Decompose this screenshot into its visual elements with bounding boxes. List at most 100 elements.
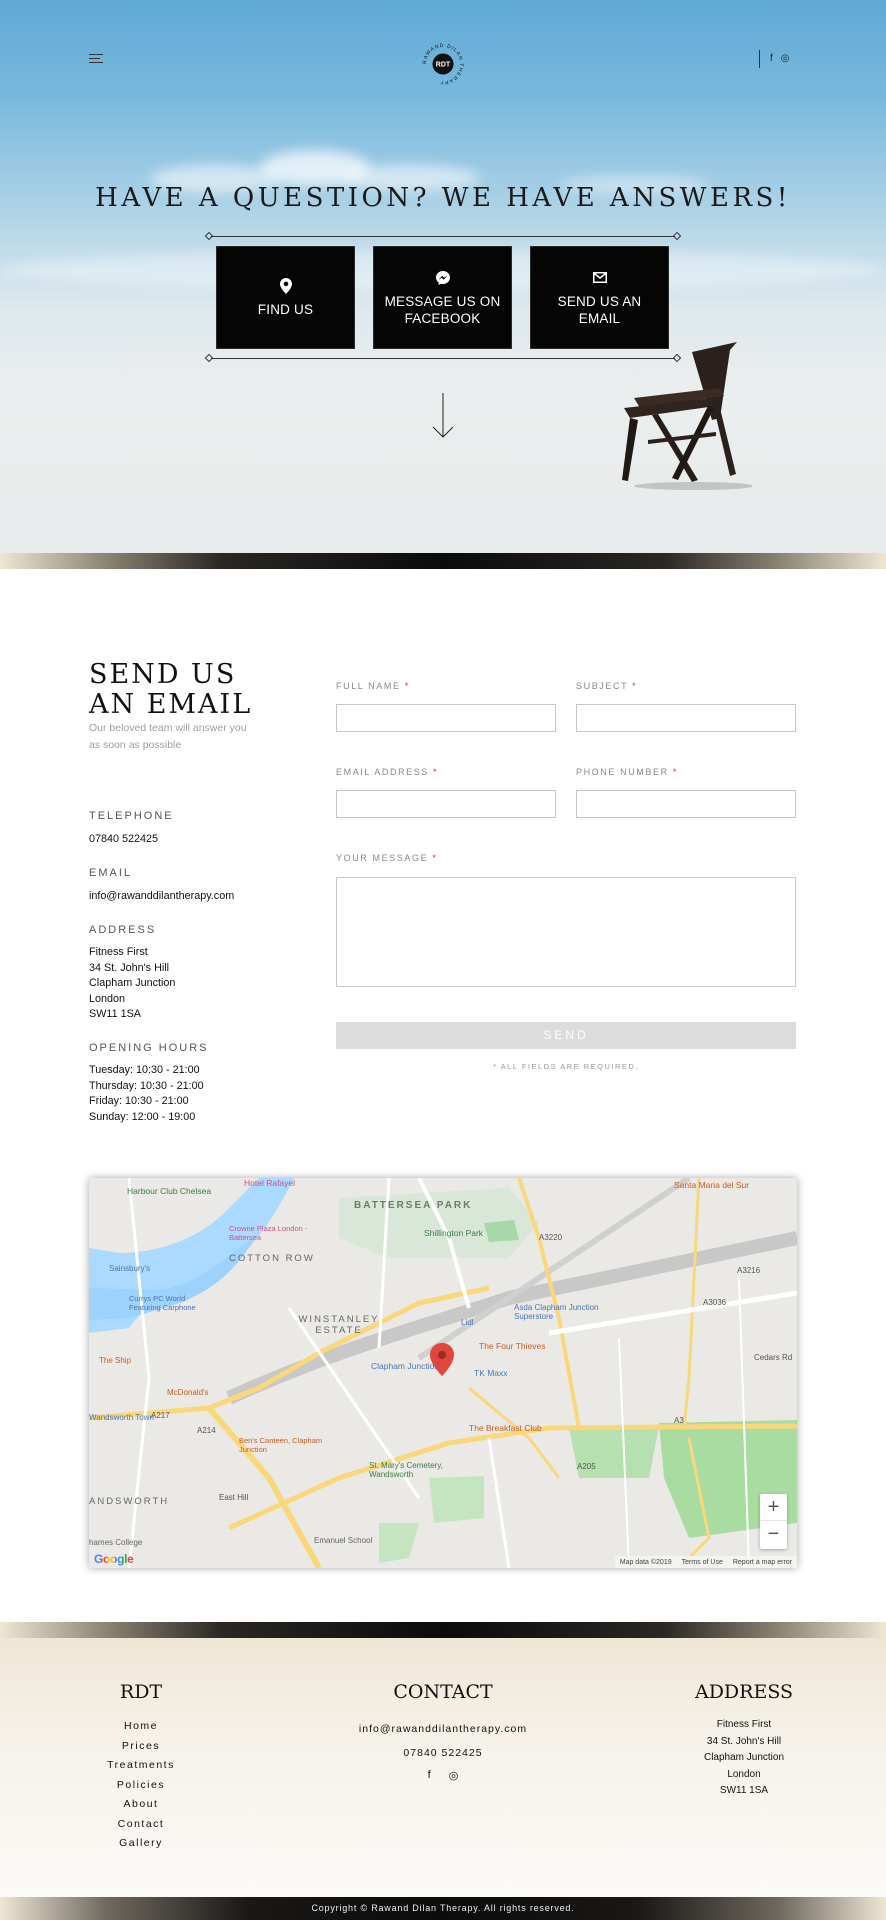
full-name-label-text: FULL NAME <box>336 681 401 691</box>
required-fields-note: * ALL FIELDS ARE REQUIRED. <box>493 1062 639 1071</box>
email-address-input[interactable] <box>336 790 556 818</box>
map-label: A3 <box>674 1416 684 1425</box>
map-label: The Four Thieves <box>479 1341 546 1351</box>
footer-link-prices[interactable]: Prices <box>91 1737 191 1757</box>
facebook-icon[interactable]: f <box>770 53 773 65</box>
social-links-top: f ◎ <box>759 50 790 68</box>
map-attribution: Map data ©2019 Terms of Use Report a map… <box>614 1556 797 1568</box>
send-button[interactable]: SEND <box>336 1022 796 1049</box>
full-name-input[interactable] <box>336 704 556 732</box>
map-label: COTTON ROW <box>229 1253 315 1264</box>
map-label: A214 <box>197 1426 216 1435</box>
find-us-button[interactable]: FIND US <box>216 246 355 349</box>
address-heading: ADDRESS <box>89 924 157 936</box>
map-label: A3220 <box>539 1233 563 1242</box>
send-email-button[interactable]: SEND US AN EMAIL <box>530 246 669 349</box>
footer-link-gallery[interactable]: Gallery <box>91 1834 191 1854</box>
google-logo[interactable]: Google <box>94 1552 134 1566</box>
hours-line: Tuesday: 10:30 - 21:00 <box>89 1064 200 1076</box>
zoom-out-button[interactable]: − <box>760 1521 787 1548</box>
rdt-logo[interactable]: RAWAND DILAN THERAPY RDT <box>419 40 467 88</box>
email-value[interactable]: info@rawanddilantherapy.com <box>89 889 234 905</box>
copyright-bar: Copyright © Rawand Dilan Therapy. All ri… <box>0 1897 886 1920</box>
footer-link-home[interactable]: Home <box>91 1717 191 1737</box>
section-title: SEND US AN EMAIL <box>89 660 289 720</box>
message-facebook-label: MESSAGE US ON FACEBOOK <box>384 293 501 326</box>
google-map[interactable]: Harbour Club Chelsea Hotel Rafayel BATTE… <box>89 1178 797 1568</box>
subject-input[interactable] <box>576 704 796 732</box>
telephone-heading: TELEPHONE <box>89 810 174 822</box>
message-textarea[interactable] <box>336 877 796 987</box>
footer-phone[interactable]: 07840 522425 <box>323 1741 563 1765</box>
divider <box>211 358 675 359</box>
required-mark: * <box>632 681 638 691</box>
map-label: The Breakfast Club <box>469 1423 542 1433</box>
required-mark: * <box>672 767 678 777</box>
hours-line: Sunday: 12:00 - 19:00 <box>89 1110 196 1123</box>
footer-address-line: 34 St. John's Hill <box>706 1735 782 1747</box>
footer-brand-title: RDT <box>119 1681 163 1703</box>
address-line: Clapham Junction <box>89 977 176 989</box>
find-us-label: FIND US <box>257 302 314 317</box>
map-label: Asda Clapham Junction Superstore <box>514 1303 599 1321</box>
footer-address-line: Fitness First <box>716 1719 772 1730</box>
map-label: WINSTANLEY ESTATE <box>298 1314 380 1336</box>
subject-label-text: SUBJECT <box>576 681 629 691</box>
map-label: A205 <box>577 1462 596 1471</box>
address-line: 34 St. John's Hill <box>89 961 170 974</box>
decorative-band <box>0 1622 886 1638</box>
google-logo-text: Google <box>94 1552 134 1566</box>
message-facebook-button[interactable]: MESSAGE US ON FACEBOOK <box>373 246 512 349</box>
map-label: The Ship <box>99 1356 132 1365</box>
map-label: BATTERSEA PARK <box>354 1200 473 1211</box>
telephone-value[interactable]: 07840 522425 <box>89 832 158 848</box>
footer-link-about[interactable]: About <box>91 1795 191 1815</box>
footer-nav-column: RDT Home Prices Treatments Policies Abou… <box>91 1681 191 1854</box>
facebook-icon[interactable]: f <box>428 1769 431 1782</box>
scroll-down-arrow-icon[interactable] <box>431 393 455 441</box>
hours-line: Friday: 10:30 - 21:00 <box>89 1095 189 1107</box>
address-line: Fitness First <box>89 946 148 958</box>
map-pin-icon <box>279 277 292 295</box>
footer: RDT Home Prices Treatments Policies Abou… <box>0 1638 886 1897</box>
required-mark: * <box>404 681 410 691</box>
full-name-label: FULL NAME * <box>336 681 410 691</box>
send-email-label: SEND US AN EMAIL <box>557 293 642 326</box>
terms-link[interactable]: Terms of Use <box>682 1559 723 1566</box>
map-label: Clapham Junction <box>371 1361 440 1371</box>
instagram-icon[interactable]: ◎ <box>781 53 790 65</box>
footer-email[interactable]: info@rawanddilantherapy.com <box>323 1717 563 1741</box>
footer-address-title: ADDRESS <box>694 1681 794 1703</box>
phone-number-label: PHONE NUMBER * <box>576 767 678 777</box>
instagram-icon[interactable]: ◎ <box>449 1769 459 1782</box>
message-label: YOUR MESSAGE * <box>336 853 437 863</box>
footer-link-policies[interactable]: Policies <box>91 1776 191 1796</box>
phone-number-input[interactable] <box>576 790 796 818</box>
map-label: A217 <box>151 1411 170 1420</box>
map-label: Emanuel School <box>314 1536 373 1545</box>
logo-text: RDT <box>436 62 451 69</box>
hours-line: Thursday: 10:30 - 21:00 <box>89 1079 204 1092</box>
email-heading: EMAIL <box>89 867 133 879</box>
footer-link-contact[interactable]: Contact <box>91 1815 191 1835</box>
map-label: A3036 <box>703 1298 727 1307</box>
diamond-ornament <box>204 231 214 241</box>
envelope-icon <box>592 269 607 287</box>
map-label: Hotel Rafayel <box>244 1178 296 1188</box>
map-label: Ben's Canteen, Clapham Junction <box>239 1436 323 1454</box>
footer-link-treatments[interactable]: Treatments <box>91 1756 191 1776</box>
map-data-text: Map data ©2019 <box>619 1558 672 1566</box>
footer-address-line: Clapham Junction <box>703 1752 785 1763</box>
map-label: hames College <box>89 1538 143 1547</box>
footer-contact-column: CONTACT info@rawanddilantherapy.com 0784… <box>323 1681 563 1782</box>
report-error-link[interactable]: Report a map error <box>733 1559 792 1566</box>
email-address-label: EMAIL ADDRESS * <box>336 767 438 777</box>
map-label: Wandsworth Town <box>89 1413 154 1422</box>
footer-address-line: SW11 1SA <box>719 1785 769 1796</box>
map-label: A3216 <box>737 1266 761 1275</box>
hamburger-menu-icon[interactable] <box>89 54 103 64</box>
map-label: Currys PC World Featuring Carphone <box>129 1294 196 1312</box>
map-label: Lidl <box>461 1318 474 1327</box>
footer-social-links: f ◎ <box>323 1769 563 1782</box>
zoom-in-button[interactable]: + <box>760 1494 787 1521</box>
